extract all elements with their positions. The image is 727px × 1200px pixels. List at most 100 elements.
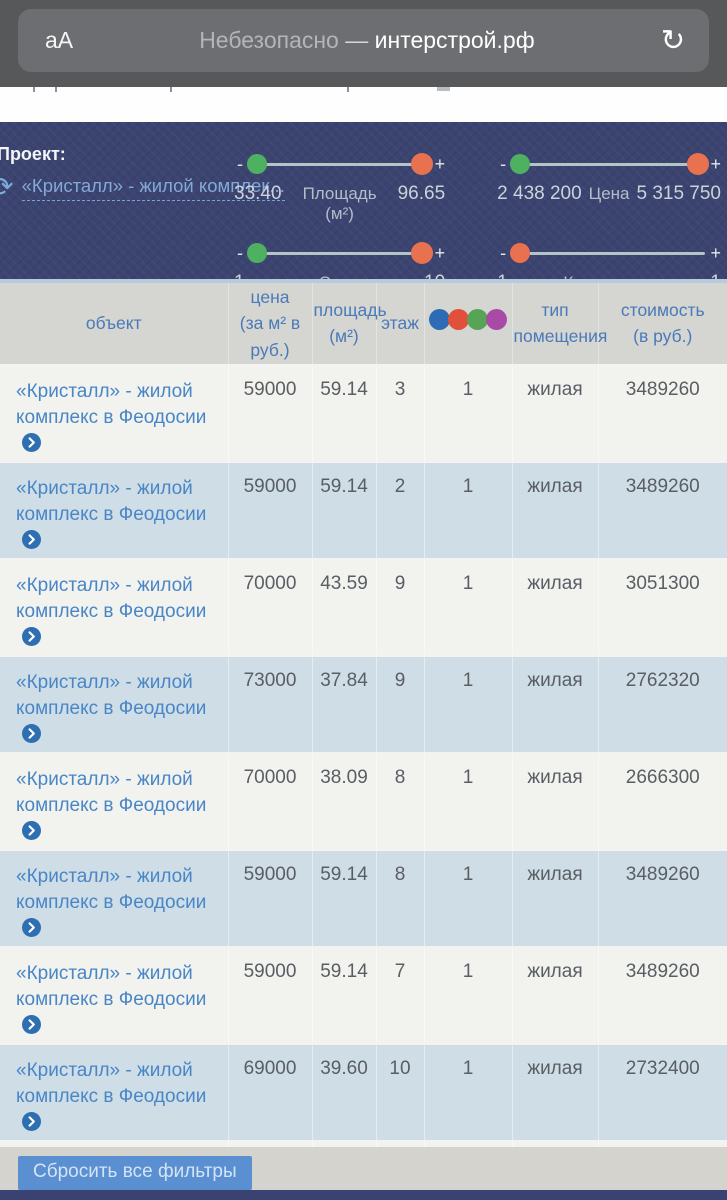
cell-price_per_m2: 59000 <box>227 460 312 559</box>
cell-area_m2: 59.14 <box>311 363 376 462</box>
slider-area: - +33.40 Площадь (м²) 96.65 <box>234 152 445 224</box>
slider-handle-right[interactable] <box>411 242 434 264</box>
arrow-right-icon[interactable] <box>22 820 41 848</box>
screen: аА Небезопасно — интерстрой.рф ↻ Проект:… <box>0 0 727 1200</box>
slider-handle-left[interactable] <box>247 243 267 263</box>
slider-minus-label: - <box>500 154 507 174</box>
slider-track[interactable] <box>510 243 705 263</box>
object-link-label: «Кристалл» - жилой комплекс в Феодосии <box>16 963 207 1011</box>
table-row: «Кристалл» - жилой комплекс в Феодосии 7… <box>0 557 727 656</box>
cell-type: жилая <box>511 460 598 559</box>
cell-floor: 9 <box>375 654 424 753</box>
arrow-right-icon[interactable] <box>22 723 41 751</box>
object-link[interactable]: «Кристалл» - жилой комплекс в Феодосии <box>16 866 206 939</box>
table-row: «Кристалл» - жилой комплекс в Феодосии 5… <box>0 460 727 559</box>
object-link[interactable]: «Кристалл» - жилой комплекс в Феодосии <box>16 575 206 648</box>
site-domain: интерстрой.рф <box>374 27 535 53</box>
cell-type: жилая <box>511 654 598 753</box>
cell-cost: 3489260 <box>597 848 727 948</box>
slider-handle-left[interactable] <box>510 243 531 263</box>
cell-cost: 3489260 <box>597 460 727 559</box>
cell-area_m2: 43.59 <box>311 557 376 656</box>
cell-floor: 9 <box>375 557 424 656</box>
table-row: «Кристалл» - жилой комплекс в Феодосии 5… <box>0 848 727 948</box>
cell-rooms: 1 <box>423 848 512 948</box>
arrow-right-icon[interactable] <box>22 1112 41 1139</box>
url-bar[interactable]: аА Небезопасно — интерстрой.рф ↻ <box>18 9 709 72</box>
object-link[interactable]: «Кристалл» - жилой комплекс в Феодосии <box>16 478 206 551</box>
slider-handle-right[interactable] <box>411 153 434 175</box>
cell-cost: 3489260 <box>597 946 727 1045</box>
header-rooms-legend <box>423 283 512 365</box>
arrow-right-icon[interactable] <box>22 529 41 557</box>
slider-handle-left[interactable] <box>510 154 531 174</box>
cell-area_m2: 59.14 <box>311 946 376 1045</box>
object-link-label: «Кристалл» - жилой комплекс в Феодосии <box>16 380 207 428</box>
object-link-label: «Кристалл» - жилой комплекс в Феодосии <box>16 865 207 913</box>
legend-dot <box>429 309 450 331</box>
cell-object: «Кристалл» - жилой комплекс в Феодосии <box>0 848 228 948</box>
cell-rooms: 1 <box>423 946 512 1045</box>
cell-object: «Кристалл» - жилой комплекс в Феодосии <box>0 557 228 656</box>
object-link-label: «Кристалл» - жилой комплекс в Феодосии <box>16 574 207 622</box>
reset-bar: Сбросить все фильтры <box>0 1147 727 1190</box>
slider-max-value: 96.65 <box>397 183 446 204</box>
slider-label: Площадь (м²) <box>302 184 377 223</box>
cell-type: жилая <box>511 848 598 948</box>
cell-floor: 2 <box>375 460 424 559</box>
slider-handle-right[interactable] <box>687 153 709 175</box>
cell-area_m2: 39.60 <box>311 1043 376 1142</box>
arrow-right-icon[interactable] <box>22 918 41 945</box>
header-cost: стоимость (в руб.) <box>597 283 727 365</box>
footer-bar <box>0 1190 727 1200</box>
slider-track[interactable] <box>247 153 434 175</box>
cell-price_per_m2: 70000 <box>227 557 312 656</box>
arrow-right-icon[interactable] <box>22 626 41 654</box>
object-link-label: «Кристалл» - жилой комплекс в Феодосии <box>16 1060 207 1108</box>
object-link-label: «Кристалл» - жилой комплекс в Феодосии <box>16 768 207 816</box>
cell-rooms: 1 <box>423 654 512 753</box>
object-link[interactable]: «Кристалл» - жилой комплекс в Феодосии <box>16 672 206 745</box>
reset-filters-button[interactable]: Сбросить все фильтры <box>18 1156 252 1190</box>
slider-track[interactable] <box>247 242 434 264</box>
reload-icon[interactable]: ↻ <box>661 26 709 55</box>
object-link-label: «Кристалл» - жилой комплекс в Феодосии <box>16 671 207 719</box>
cell-type: жилая <box>511 557 598 656</box>
cell-rooms: 1 <box>423 460 512 559</box>
text-size-button[interactable]: аА <box>18 27 73 54</box>
security-warning: Небезопасно <box>199 27 339 53</box>
table-row: «Кристалл» - жилой комплекс в Феодосии 5… <box>0 363 727 462</box>
filter-panel: Проект: ⟳ «Кристалл» - жилой комплек... … <box>0 122 727 312</box>
header-type: тип помещения <box>511 283 607 365</box>
cell-cost: 2762320 <box>597 654 727 753</box>
slider-plus-label: + <box>710 154 721 174</box>
cell-rooms: 1 <box>423 363 512 462</box>
table-row: «Кристалл» - жилой комплекс в Феодосии 7… <box>0 751 727 850</box>
slider-min-value: 33.40 <box>234 183 282 204</box>
object-link[interactable]: «Кристалл» - жилой комплекс в Феодосии <box>16 1060 206 1133</box>
object-link[interactable]: «Кристалл» - жилой комплекс в Феодосии <box>16 769 206 842</box>
cell-type: жилая <box>511 363 598 462</box>
cell-floor: 7 <box>375 946 424 1045</box>
cell-object: «Кристалл» - жилой комплекс в Феодосии <box>0 751 228 850</box>
legend-dots <box>429 309 507 331</box>
header-area: площадь (м²) <box>311 283 387 365</box>
cell-floor: 8 <box>375 751 424 850</box>
object-link[interactable]: «Кристалл» - жилой комплекс в Феодосии <box>16 963 206 1036</box>
cell-price_per_m2: 70000 <box>227 751 312 850</box>
page-title: Небезопасно — интерстрой.рф <box>73 27 661 54</box>
table-row: «Кристалл» - жилой комплекс в Феодосии 6… <box>0 1043 727 1142</box>
arrow-right-icon[interactable] <box>22 432 41 460</box>
table-body: «Кристалл» - жилой комплекс в Феодосии 5… <box>0 363 727 1200</box>
slider-minus-label: - <box>237 154 243 174</box>
slider-minus-label: - <box>237 243 243 263</box>
cell-cost: 2666300 <box>597 751 727 850</box>
arrow-right-icon[interactable] <box>22 1015 41 1042</box>
cell-type: жилая <box>511 946 598 1045</box>
slider-track[interactable] <box>510 153 709 175</box>
sync-icon[interactable]: ⟳ <box>0 174 14 201</box>
slider-handle-left[interactable] <box>247 154 267 174</box>
object-link[interactable]: «Кристалл» - жилой комплекс в Феодосии <box>16 381 206 454</box>
slider-max-value: 5 315 750 <box>636 183 721 204</box>
cell-object: «Кристалл» - жилой комплекс в Феодосии <box>0 946 228 1045</box>
